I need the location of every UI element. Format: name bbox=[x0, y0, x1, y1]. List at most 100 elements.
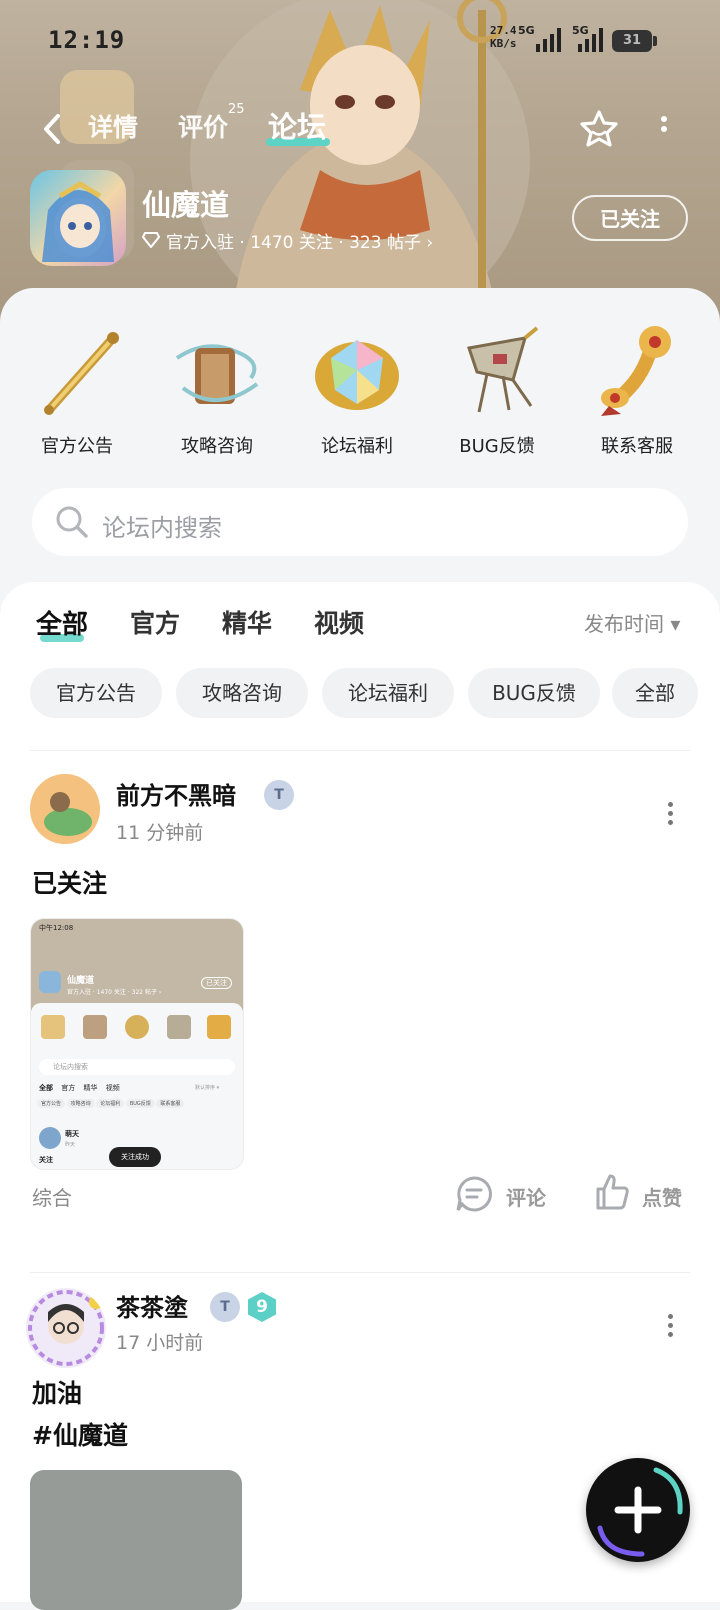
back-arrow-icon[interactable] bbox=[38, 112, 68, 146]
game-stats[interactable]: 官方入驻 · 1470 关注 · 323 帖子 › bbox=[142, 228, 433, 253]
scroll-icon bbox=[175, 344, 259, 404]
thumb-time: 昨天 bbox=[65, 1142, 76, 1148]
thumb-chip: 官方公告 bbox=[37, 1099, 66, 1108]
forum-search-bar[interactable]: 论坛内搜索 bbox=[32, 488, 688, 556]
post-screenshot-thumbnail[interactable]: 中午12:08 仙魔道 官方入驻 · 1470 关注 · 322 帖子 › 已关… bbox=[30, 918, 244, 1170]
review-count: 25 bbox=[228, 102, 245, 117]
divider bbox=[30, 1272, 690, 1273]
thumb-chip: 攻略咨询 bbox=[66, 1099, 95, 1108]
avatar[interactable] bbox=[26, 1288, 106, 1368]
search-placeholder: 论坛内搜索 bbox=[102, 514, 222, 542]
golden-staff-icon bbox=[44, 332, 119, 415]
post-feed: 全部 官方 精华 视频 发布时间 ▾ 官方公告 攻略咨询 论坛福利 BUG反馈 … bbox=[0, 582, 720, 1610]
thumb-search: 论坛内搜索 bbox=[39, 1059, 235, 1075]
thumb-tab-featured: 精华 bbox=[83, 1084, 98, 1092]
network-speed-value: 27.4 bbox=[490, 24, 517, 37]
post-more-button[interactable] bbox=[660, 798, 680, 829]
tab-detail[interactable]: 详情 bbox=[88, 108, 138, 144]
thumb-tab-all: 全部 bbox=[39, 1084, 53, 1092]
feed-tab-official[interactable]: 官方 bbox=[130, 604, 180, 640]
comment-button[interactable]: 评论 bbox=[506, 1182, 546, 1211]
category-label: 官方公告 bbox=[41, 436, 113, 457]
more-options-button[interactable] bbox=[652, 112, 676, 146]
chip-official-announcement[interactable]: 官方公告 bbox=[30, 668, 162, 718]
broken-kite-icon bbox=[467, 326, 539, 413]
rainbow-gem-icon bbox=[315, 340, 399, 410]
post-more-button[interactable] bbox=[660, 1310, 680, 1341]
chip-strategy[interactable]: 攻略咨询 bbox=[176, 668, 308, 718]
thumb-meta: 官方入驻 · 1470 关注 · 322 帖子 › bbox=[67, 989, 162, 996]
game-hero-banner: 12:19 27.4 KB/s 5G 5G 31 详情 评价 25 论坛 仙魔道… bbox=[0, 0, 720, 330]
like-thumb-icon[interactable] bbox=[592, 1172, 632, 1212]
thumb-user: 萌天 bbox=[65, 1130, 79, 1138]
feed-tab-all[interactable]: 全部 bbox=[36, 604, 88, 641]
category-label: 联系客服 bbox=[601, 436, 673, 457]
ruyi-scepter-icon bbox=[601, 326, 671, 416]
chip-benefits[interactable]: 论坛福利 bbox=[322, 668, 454, 718]
network-type-label: 5G bbox=[518, 24, 535, 37]
post-topic-tag[interactable]: #仙魔道 bbox=[32, 1416, 128, 1452]
search-icon bbox=[56, 506, 88, 538]
avatar-art bbox=[28, 1290, 104, 1366]
divider bbox=[30, 750, 690, 751]
category-label: 攻略咨询 bbox=[181, 436, 253, 457]
user-badge: T bbox=[210, 1292, 240, 1322]
avatar[interactable] bbox=[30, 774, 100, 844]
comment-icon[interactable] bbox=[454, 1174, 494, 1214]
chip-bug-report[interactable]: BUG反馈 bbox=[468, 668, 600, 718]
post-username[interactable]: 茶茶塗 bbox=[116, 1288, 188, 1323]
official-diamond-icon bbox=[142, 232, 160, 248]
feed-tab-video[interactable]: 视频 bbox=[314, 604, 364, 640]
status-time: 12:19 bbox=[48, 26, 126, 54]
avatar-art bbox=[30, 774, 100, 844]
create-post-button[interactable] bbox=[586, 1458, 690, 1562]
like-button[interactable]: 点赞 bbox=[642, 1182, 682, 1211]
chip-all[interactable]: 全部 bbox=[612, 668, 698, 718]
plus-icon bbox=[597, 1467, 683, 1557]
thumb-toast: 关注成功 bbox=[109, 1147, 161, 1167]
signal-icon-2 bbox=[578, 28, 603, 52]
post-title[interactable]: 已关注 bbox=[32, 864, 107, 900]
battery-tip bbox=[653, 36, 657, 46]
followed-button[interactable]: 已关注 bbox=[572, 195, 688, 241]
thumb-sort: 默认排序 ▾ bbox=[195, 1085, 220, 1091]
thumb-follow: 已关注 bbox=[201, 977, 232, 989]
category-label: 论坛福利 bbox=[321, 436, 393, 457]
thumb-chip: 论坛福利 bbox=[96, 1099, 125, 1108]
thumb-chip: 联系客服 bbox=[156, 1099, 185, 1108]
thumb-tab-video: 视频 bbox=[105, 1084, 120, 1092]
tab-forum[interactable]: 论坛 bbox=[268, 104, 326, 146]
signal-icon bbox=[536, 28, 561, 52]
category-strategy[interactable]: 攻略咨询 bbox=[152, 318, 282, 458]
category-customer-service[interactable]: 联系客服 bbox=[572, 318, 702, 458]
status-bar: 12:19 27.4 KB/s 5G 5G 31 bbox=[0, 0, 720, 82]
post-title[interactable]: 加油 bbox=[32, 1374, 82, 1410]
favorite-star-icon[interactable] bbox=[578, 108, 620, 150]
game-avatar-art bbox=[42, 181, 114, 262]
thumb-title: 仙魔道 bbox=[67, 976, 95, 986]
game-title: 仙魔道 bbox=[142, 188, 230, 222]
game-stats-text: 官方入驻 · 1470 关注 · 323 帖子 › bbox=[166, 233, 434, 253]
battery-icon: 31 bbox=[612, 30, 652, 52]
thumb-post-title: 关注 bbox=[39, 1156, 53, 1164]
post-time: 11 分钟前 bbox=[116, 822, 204, 844]
feed-tab-featured[interactable]: 精华 bbox=[222, 604, 272, 640]
thumb-tab-official: 官方 bbox=[61, 1084, 76, 1092]
user-badge: T bbox=[264, 780, 294, 810]
user-level-badge: 9 bbox=[248, 1292, 276, 1322]
category-forum-benefits[interactable]: 论坛福利 bbox=[292, 318, 422, 458]
post-time: 17 小时前 bbox=[116, 1332, 204, 1354]
network-speed: 27.4 KB/s bbox=[490, 24, 517, 50]
game-icon[interactable] bbox=[30, 170, 126, 266]
post-image[interactable] bbox=[30, 1470, 242, 1610]
category-label: BUG反馈 bbox=[459, 436, 535, 457]
thumb-status: 中午12:08 bbox=[39, 924, 74, 932]
sort-dropdown[interactable]: 发布时间 ▾ bbox=[584, 608, 680, 637]
network-speed-unit: KB/s bbox=[490, 37, 517, 50]
thumb-chip: BUG反馈 bbox=[125, 1099, 155, 1108]
post-category-tag[interactable]: 综合 bbox=[32, 1182, 72, 1211]
post-username[interactable]: 前方不黑暗 bbox=[116, 776, 236, 811]
category-official-announcement[interactable]: 官方公告 bbox=[12, 318, 142, 458]
category-bug-report[interactable]: BUG反馈 bbox=[432, 318, 562, 458]
tab-review[interactable]: 评价 bbox=[178, 108, 228, 144]
